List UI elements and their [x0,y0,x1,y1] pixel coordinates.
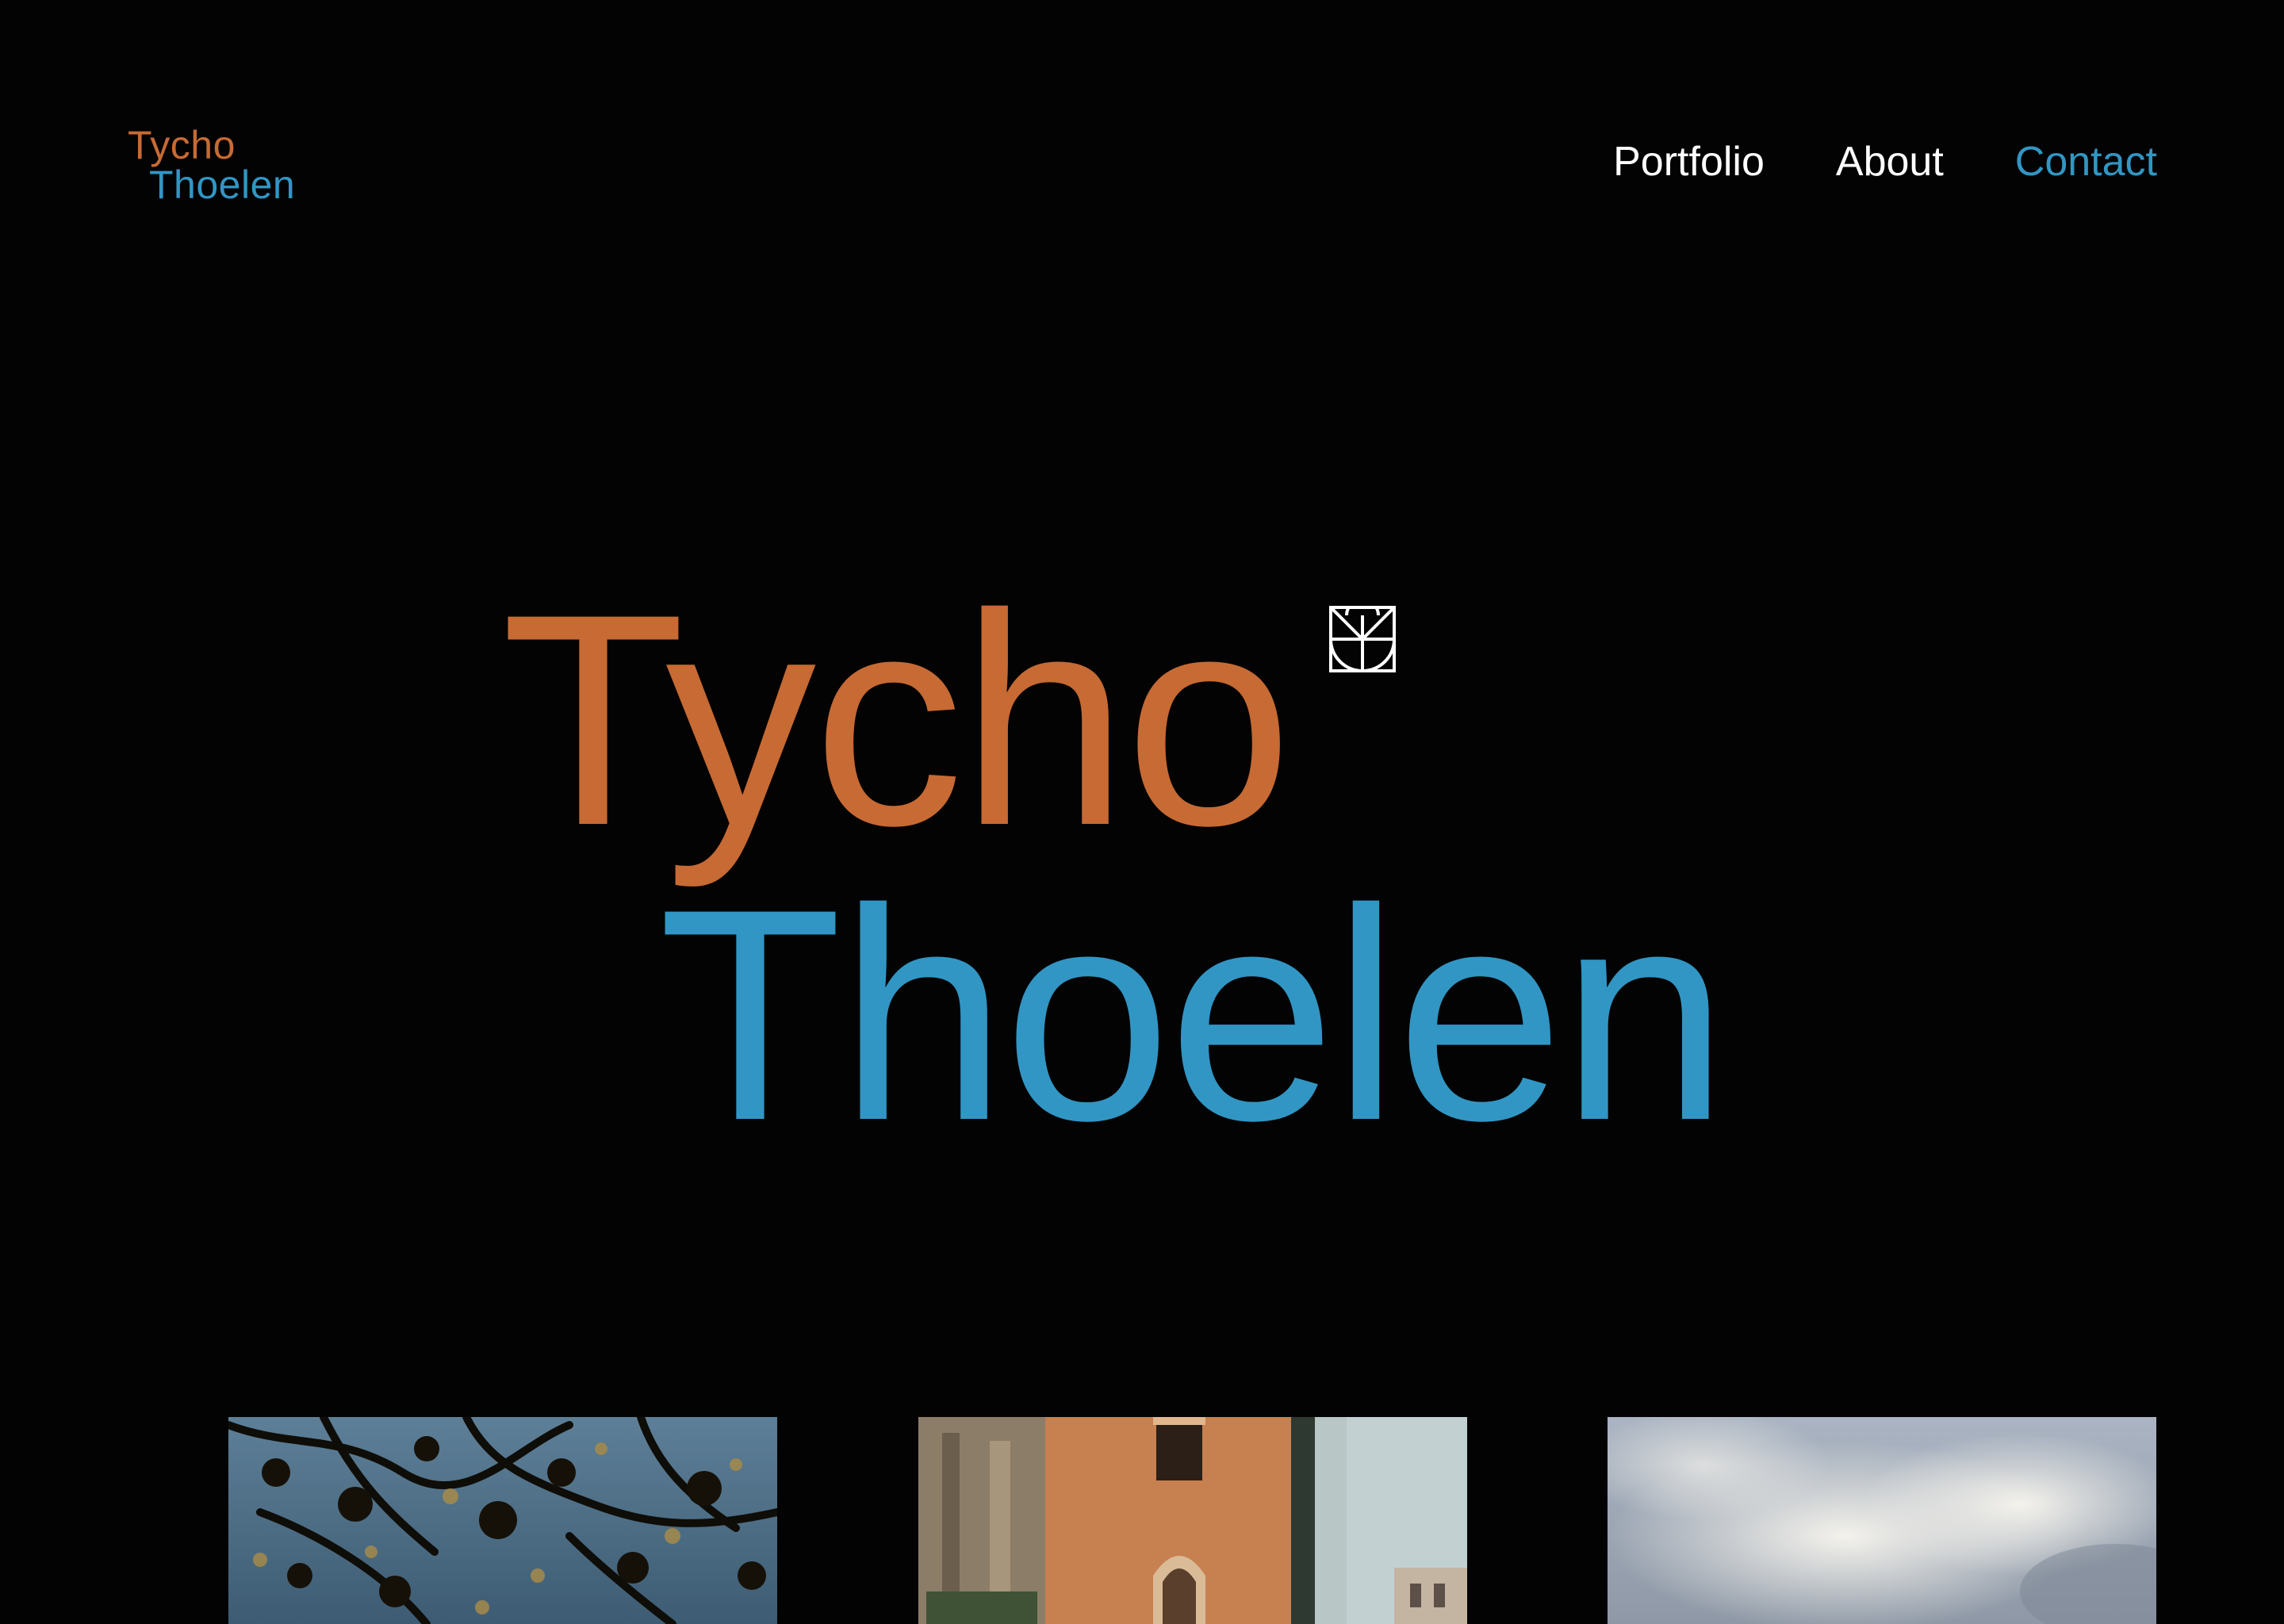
hero: Tycho Thoelen [0,0,2284,1269]
gallery-photo-sea-branches[interactable] [228,1417,777,1624]
gallery-photo-cloudy-sky[interactable] [1608,1417,2156,1624]
hero-last-name: Thoelen [658,846,1728,1183]
gallery-photo-venetian-building[interactable] [918,1417,1467,1624]
geometric-monogram-icon [1329,606,1396,672]
hero-first-name: Tycho [501,551,1293,888]
